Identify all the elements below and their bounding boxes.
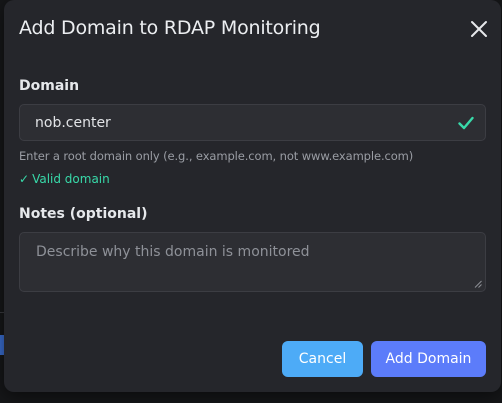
- domain-helper-text: Enter a root domain only (e.g., example.…: [19, 149, 414, 163]
- domain-input-container: [19, 104, 486, 141]
- validation-message: ✓ Valid domain: [19, 172, 110, 186]
- notes-label: Notes (optional): [19, 206, 148, 222]
- add-domain-modal: Add Domain to RDAP Monitoring Domain Ent…: [4, 0, 501, 392]
- close-button[interactable]: [468, 18, 490, 40]
- domain-label: Domain: [19, 78, 80, 94]
- cancel-button[interactable]: Cancel: [282, 341, 363, 377]
- valid-tick-icon: ✓: [19, 172, 30, 186]
- add-domain-button[interactable]: Add Domain: [371, 341, 486, 377]
- modal-title: Add Domain to RDAP Monitoring: [19, 17, 321, 39]
- validation-text: Valid domain: [32, 172, 110, 186]
- resize-handle-icon[interactable]: [474, 280, 482, 288]
- notes-textarea-container: [19, 232, 486, 292]
- close-icon: [471, 21, 487, 37]
- check-icon: [458, 116, 474, 130]
- domain-input[interactable]: [20, 105, 485, 140]
- notes-textarea[interactable]: [20, 233, 485, 291]
